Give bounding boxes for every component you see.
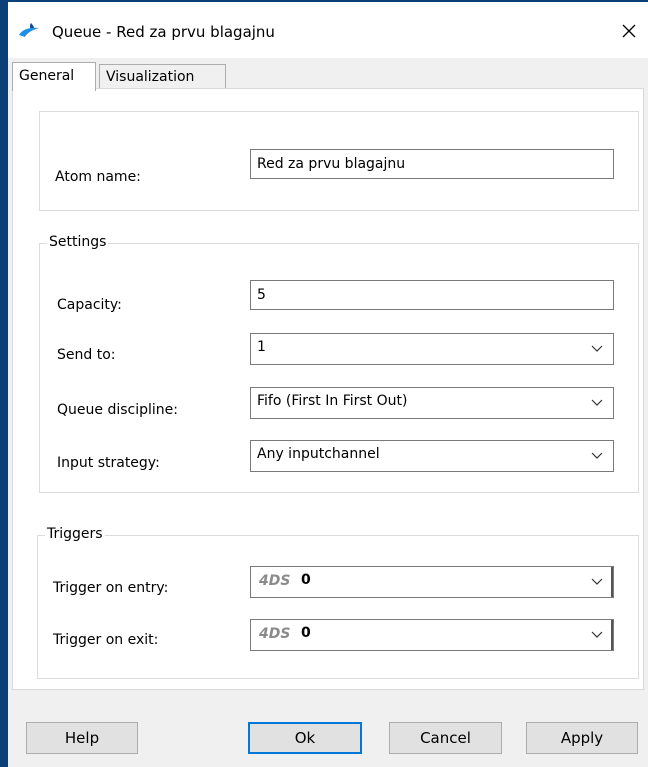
- trigger-exit-value: 0: [301, 625, 311, 641]
- 4ds-code-tag: 4DS: [259, 626, 291, 642]
- queue-discipline-label: Queue discipline:: [57, 402, 178, 418]
- triggers-legend: Triggers: [45, 526, 105, 542]
- dialog-body: General Visualization Atom name: Red za …: [8, 58, 648, 767]
- tab-general[interactable]: General: [12, 62, 96, 91]
- capacity-label: Capacity:: [57, 297, 122, 313]
- 4ds-code-tag: 4DS: [259, 573, 291, 589]
- input-strategy-value: Any inputchannel: [257, 446, 380, 462]
- window-left-border: [0, 0, 8, 767]
- 4ds-app-icon: [18, 22, 40, 38]
- atom-name-input[interactable]: Red za prvu blagajnu: [250, 149, 614, 179]
- input-strategy-label: Input strategy:: [57, 455, 160, 471]
- combo-edge: [611, 620, 613, 650]
- apply-button[interactable]: Apply: [526, 722, 638, 754]
- close-button[interactable]: [614, 16, 644, 46]
- settings-legend: Settings: [47, 234, 109, 250]
- trigger-entry-value: 0: [301, 572, 311, 588]
- chevron-down-icon: [591, 452, 603, 459]
- chevron-down-icon: [591, 345, 603, 352]
- close-icon: [622, 24, 636, 38]
- send-to-label: Send to:: [57, 347, 116, 363]
- trigger-entry-label: Trigger on entry:: [53, 580, 169, 596]
- send-to-value: 1: [257, 339, 266, 355]
- queue-discipline-dropdown[interactable]: Fifo (First In First Out): [250, 387, 614, 419]
- chevron-down-icon: [591, 578, 603, 585]
- capacity-input[interactable]: 5: [250, 280, 614, 310]
- triggers-group: [37, 535, 639, 679]
- trigger-exit-label: Trigger on exit:: [53, 632, 159, 648]
- combo-edge: [611, 567, 613, 597]
- general-panel: Atom name: Red za prvu blagajnu Settings…: [12, 88, 644, 690]
- atom-name-label: Atom name:: [55, 169, 141, 185]
- chevron-down-icon: [591, 399, 603, 406]
- help-button[interactable]: Help: [26, 722, 138, 754]
- tab-visualization[interactable]: Visualization: [99, 64, 226, 90]
- queue-discipline-value: Fifo (First In First Out): [257, 393, 408, 409]
- trigger-exit-dropdown[interactable]: 4DS 0: [250, 619, 614, 651]
- title-bar[interactable]: Queue - Red za prvu blagajnu: [8, 2, 648, 58]
- ok-button[interactable]: Ok: [248, 722, 362, 754]
- input-strategy-dropdown[interactable]: Any inputchannel: [250, 440, 614, 472]
- send-to-dropdown[interactable]: 1: [250, 333, 614, 365]
- chevron-down-icon: [591, 631, 603, 638]
- trigger-entry-dropdown[interactable]: 4DS 0: [250, 566, 614, 598]
- window-title: Queue - Red za prvu blagajnu: [52, 23, 275, 41]
- cancel-button[interactable]: Cancel: [389, 722, 502, 754]
